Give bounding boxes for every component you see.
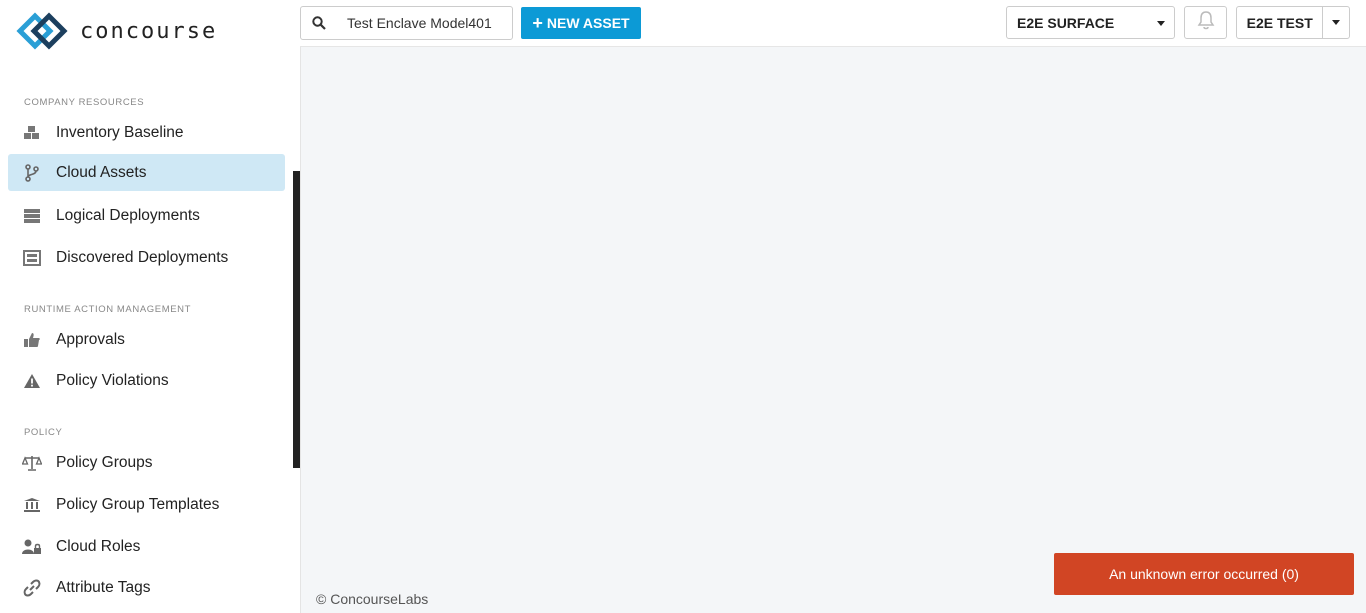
sidebar-item-label: Policy Violations bbox=[56, 371, 169, 389]
plus-icon: + bbox=[532, 13, 543, 33]
search-box[interactable] bbox=[300, 6, 513, 40]
sidebar-item-policy-group-templates[interactable]: Policy Group Templates bbox=[8, 486, 285, 523]
sidebar-item-policy-groups[interactable]: Policy Groups bbox=[8, 444, 285, 481]
error-toast[interactable]: An unknown error occurred (0) bbox=[1054, 553, 1354, 595]
thumbs-up-icon bbox=[22, 330, 42, 350]
search-icon bbox=[301, 16, 337, 30]
notifications-button[interactable] bbox=[1184, 6, 1227, 39]
branch-icon bbox=[22, 163, 42, 183]
logo-text: concourse bbox=[80, 18, 218, 44]
sidebar-item-label: Attribute Tags bbox=[56, 578, 151, 596]
sidebar-item-attribute-tags[interactable]: Attribute Tags bbox=[8, 569, 285, 606]
warning-icon bbox=[22, 371, 42, 391]
copyright-footer: © ConcourseLabs bbox=[316, 591, 429, 607]
surface-select[interactable]: E2E SURFACE bbox=[1006, 6, 1175, 39]
sidebar-item-label: Logical Deployments bbox=[56, 206, 200, 224]
user-lock-icon bbox=[22, 537, 42, 557]
link-icon bbox=[22, 578, 42, 598]
sidebar-item-logical-deployments[interactable]: Logical Deployments bbox=[8, 197, 285, 234]
concourse-logo-icon bbox=[16, 12, 68, 50]
sidebar-item-label: Inventory Baseline bbox=[56, 123, 184, 141]
cubes-icon bbox=[22, 123, 42, 143]
surface-select-label: E2E SURFACE bbox=[1017, 14, 1115, 31]
sidebar: concourse COMPANY RESOURCES Inventory Ba… bbox=[0, 0, 300, 613]
section-label-runtime-action-management: RUNTIME ACTION MANAGEMENT bbox=[24, 304, 192, 315]
top-header: + NEW ASSET E2E SURFACE E2E TEST bbox=[300, 0, 1366, 47]
new-asset-button[interactable]: + NEW ASSET bbox=[521, 7, 641, 39]
logo[interactable]: concourse bbox=[16, 12, 217, 50]
user-menu-label: E2E TEST bbox=[1246, 14, 1313, 31]
sidebar-item-label: Cloud Assets bbox=[56, 163, 147, 181]
sidebar-item-inventory-baseline[interactable]: Inventory Baseline bbox=[8, 114, 285, 151]
institution-icon bbox=[22, 495, 42, 515]
sidebar-item-approvals[interactable]: Approvals bbox=[8, 321, 285, 358]
sidebar-item-label: Discovered Deployments bbox=[56, 248, 229, 266]
chevron-down-icon bbox=[1157, 21, 1165, 26]
sidebar-item-label: Approvals bbox=[56, 330, 125, 348]
sidebar-item-label: Cloud Roles bbox=[56, 537, 141, 555]
bell-icon bbox=[1197, 10, 1215, 35]
scale-icon bbox=[22, 453, 42, 473]
main-content: © ConcourseLabs An unknown error occurre… bbox=[300, 47, 1366, 613]
sidebar-scrollbar[interactable] bbox=[293, 171, 300, 468]
user-menu[interactable]: E2E TEST bbox=[1236, 6, 1350, 39]
new-asset-label: NEW ASSET bbox=[546, 15, 630, 31]
server-icon bbox=[22, 206, 42, 226]
sidebar-item-cloud-roles[interactable]: Cloud Roles bbox=[8, 528, 285, 565]
section-label-policy: POLICY bbox=[24, 427, 63, 438]
section-label-company-resources: COMPANY RESOURCES bbox=[24, 97, 145, 108]
sidebar-item-label: Policy Group Templates bbox=[56, 495, 220, 513]
sidebar-item-cloud-assets[interactable]: Cloud Assets bbox=[8, 154, 285, 191]
sidebar-item-discovered-deployments[interactable]: Discovered Deployments bbox=[8, 239, 285, 276]
user-menu-dropdown-button[interactable] bbox=[1323, 7, 1349, 38]
sidebar-item-label: Policy Groups bbox=[56, 453, 153, 471]
scan-icon bbox=[22, 248, 42, 268]
search-input[interactable] bbox=[347, 15, 512, 31]
sidebar-item-policy-violations[interactable]: Policy Violations bbox=[8, 362, 285, 399]
chevron-down-icon bbox=[1332, 20, 1341, 25]
